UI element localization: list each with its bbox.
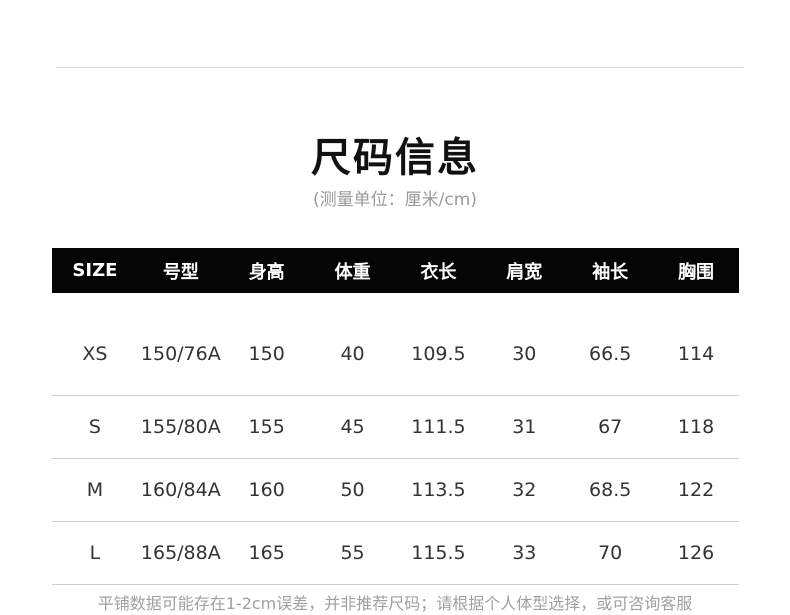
table-cell: 122	[653, 458, 739, 522]
table-cell: 155/80A	[137, 395, 224, 459]
top-divider	[56, 67, 743, 68]
table-cell: 70	[567, 521, 654, 585]
measurement-disclaimer: 平铺数据可能存在1-2cm误差，并非推荐尺码；请根据个人体型选择，或可咨询客服	[97, 594, 693, 613]
table-cell: 160/84A	[137, 458, 224, 522]
table-cell: 111.5	[395, 395, 482, 459]
header-length: 衣长	[395, 248, 482, 293]
table-cell: 150/76A	[137, 293, 224, 396]
size-table: SIZE 号型 身高 体重 衣长 肩宽 袖长 胸围 XS 150/76A 150…	[52, 248, 739, 585]
page-title: 尺码信息	[311, 135, 479, 181]
table-cell: 160	[223, 458, 310, 522]
table-cell: 32	[481, 458, 568, 522]
table-cell: 66.5	[567, 293, 654, 396]
header-sleeve: 袖长	[567, 248, 654, 293]
table-cell: 30	[481, 293, 568, 396]
table-cell: 67	[567, 395, 654, 459]
table-row: M 160/84A 160 50 113.5 32 68.5 122	[52, 458, 739, 522]
table-cell: 115.5	[395, 521, 482, 585]
table-cell: M	[52, 458, 138, 522]
table-cell: 40	[309, 293, 396, 396]
table-cell: L	[52, 521, 138, 585]
table-cell: 45	[309, 395, 396, 459]
table-row: L 165/88A 165 55 115.5 33 70 126	[52, 521, 739, 585]
header-size: SIZE	[52, 248, 138, 293]
table-cell: 165	[223, 521, 310, 585]
table-cell: 165/88A	[137, 521, 224, 585]
table-cell: S	[52, 395, 138, 459]
table-row: S 155/80A 155 45 111.5 31 67 118	[52, 395, 739, 459]
table-cell: 118	[653, 395, 739, 459]
table-cell: 68.5	[567, 458, 654, 522]
header-shoulder: 肩宽	[481, 248, 568, 293]
table-cell: 126	[653, 521, 739, 585]
header-height: 身高	[223, 248, 310, 293]
table-cell: 31	[481, 395, 568, 459]
header-chest: 胸围	[653, 248, 739, 293]
header-weight: 体重	[309, 248, 396, 293]
table-cell: 150	[223, 293, 310, 396]
size-table-header-row: SIZE 号型 身高 体重 衣长 肩宽 袖长 胸围	[52, 248, 739, 293]
table-row: XS 150/76A 150 40 109.5 30 66.5 114	[52, 293, 739, 396]
table-cell: 109.5	[395, 293, 482, 396]
table-cell: 50	[309, 458, 396, 522]
table-cell: XS	[52, 293, 138, 396]
table-cell: 114	[653, 293, 739, 396]
table-cell: 155	[223, 395, 310, 459]
table-cell: 55	[309, 521, 396, 585]
table-cell: 33	[481, 521, 568, 585]
header-model: 号型	[137, 248, 224, 293]
measurement-unit-subtitle: (测量单位：厘米/cm)	[313, 190, 477, 210]
table-cell: 113.5	[395, 458, 482, 522]
